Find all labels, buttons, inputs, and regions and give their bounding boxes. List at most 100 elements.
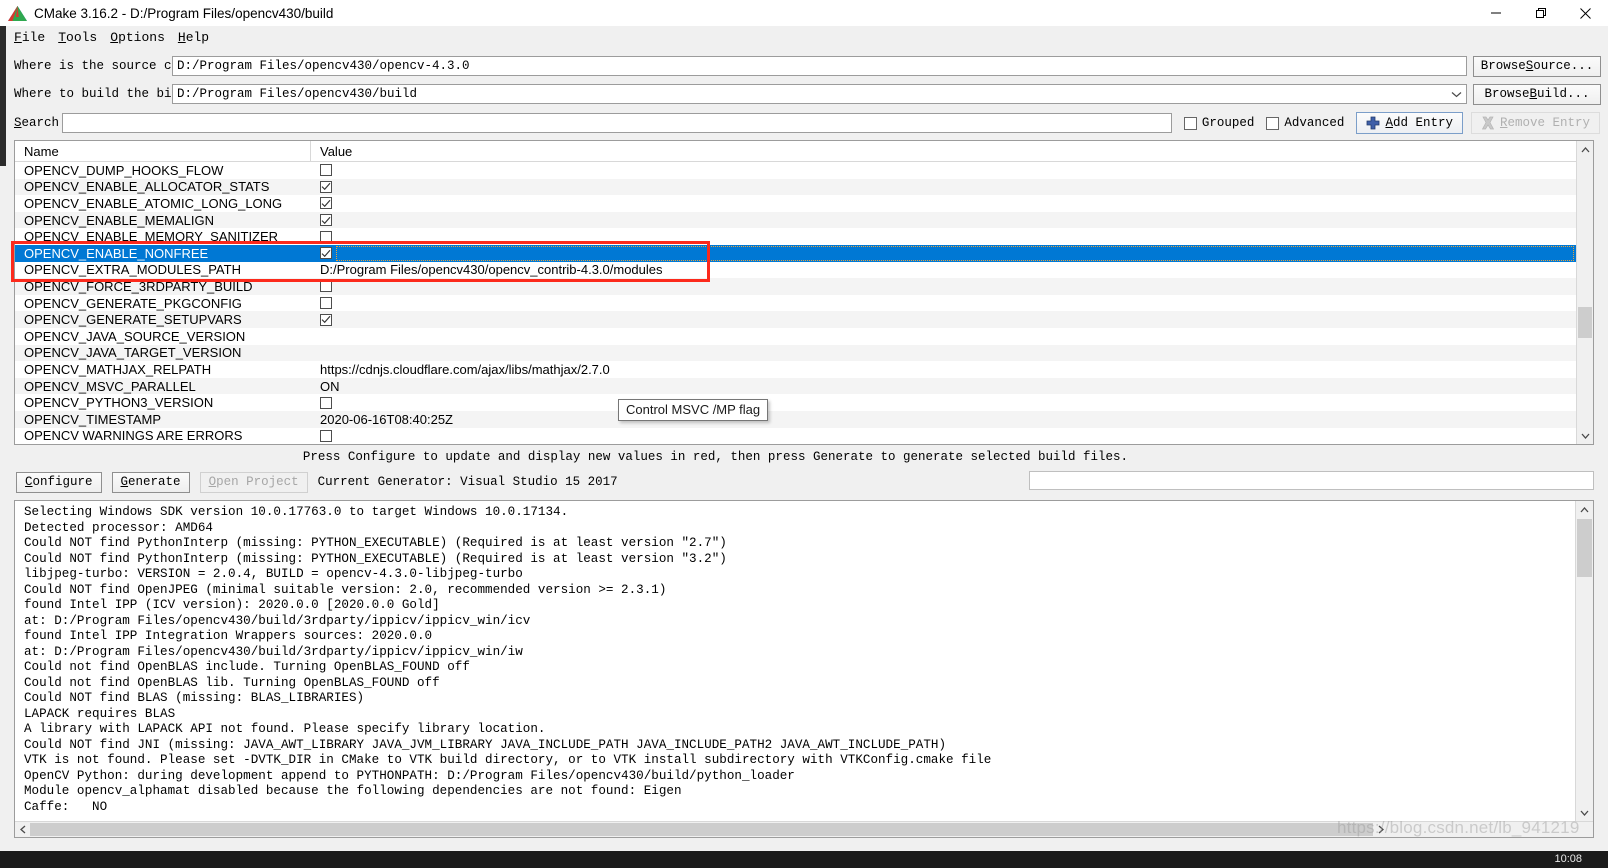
cache-variable-value[interactable]: D:/Program Files/opencv430/opencv_contri… — [311, 262, 1576, 279]
table-row[interactable]: OPENCV_ENABLE_ALLOCATOR_STATS — [15, 178, 1576, 196]
scroll-down-icon[interactable] — [1577, 427, 1593, 444]
browse-source-button[interactable]: Browse Source... — [1473, 55, 1601, 77]
open-project-button[interactable]: Open Project — [199, 471, 308, 493]
checkbox-unchecked-icon[interactable] — [320, 164, 332, 177]
source-path-input[interactable]: D:/Program Files/opencv430/opencv-4.3.0 — [172, 56, 1467, 76]
search-input[interactable] — [62, 113, 1172, 133]
cache-variable-value[interactable] — [311, 295, 1576, 312]
checkbox-checked-icon[interactable] — [320, 180, 332, 193]
checkbox-unchecked-icon[interactable] — [320, 396, 332, 409]
cache-variable-value[interactable] — [311, 179, 1576, 196]
advanced-checkbox-wrap[interactable]: Advanced — [1266, 116, 1344, 130]
grouped-checkbox[interactable] — [1183, 116, 1197, 130]
table-row[interactable]: OPENCV_PYTHON3_VERSION — [15, 394, 1576, 411]
table-row[interactable]: OPENCV_MSVC_PARALLEL ON — [15, 377, 1576, 395]
console-log-line: Could not find OpenBLAS lib. Turning Ope… — [24, 675, 440, 690]
chevron-down-icon[interactable] — [1451, 85, 1462, 103]
cache-variable-name: OPENCV_ENABLE_MEMALIGN — [24, 212, 215, 228]
table-row[interactable]: OPENCV_ENABLE_ATOMIC_LONG_LONG — [15, 195, 1576, 212]
console-scroll-down-icon[interactable] — [1576, 804, 1593, 821]
table-row[interactable]: OPENCV_JAVA_SOURCE_VERSION — [15, 327, 1576, 345]
menu-help[interactable]: Help — [176, 29, 220, 46]
console-log-line: Could not find OpenBLAS include. Turning… — [24, 660, 470, 674]
cache-variable-value[interactable]: https://cdnjs.cloudflare.com/ajax/libs/m… — [311, 361, 1576, 378]
console-scroll-right-icon[interactable] — [1373, 822, 1388, 837]
menu-file[interactable]: File — [12, 29, 56, 46]
cache-variable-value[interactable] — [311, 195, 1576, 212]
table-row[interactable]: OPENCV_MATHJAX_RELPATH https://cdnjs.clou… — [15, 361, 1576, 378]
console-scroll-left-icon[interactable] — [15, 822, 30, 837]
table-row[interactable]: OPENCV_GENERATE_PKGCONFIG — [15, 294, 1576, 312]
cache-variable-value[interactable]: ON — [311, 378, 1576, 395]
cache-variable-value[interactable] — [311, 212, 1576, 229]
console-vertical-scrollbar[interactable] — [1575, 501, 1593, 821]
remove-x-icon — [1481, 116, 1495, 130]
maximize-restore-button[interactable] — [1518, 0, 1563, 26]
cache-variable-value[interactable] — [311, 228, 1576, 245]
menu-options[interactable]: Options — [108, 29, 176, 46]
cache-variable-value[interactable] — [311, 428, 1576, 445]
search-row: Search: Grouped Advanced Add Entry R emo… — [0, 110, 1608, 136]
grouped-checkbox-wrap[interactable]: Grouped — [1183, 116, 1254, 130]
checkbox-checked-icon[interactable] — [320, 197, 332, 210]
cache-variable-value[interactable] — [311, 162, 1576, 179]
console-hscroll-thumb[interactable] — [30, 823, 1373, 836]
checkbox-unchecked-icon[interactable] — [320, 297, 332, 310]
close-button[interactable] — [1563, 0, 1608, 26]
cache-variable-value[interactable] — [311, 394, 1576, 411]
checkbox-checked-icon[interactable] — [320, 313, 332, 326]
checkbox-checked-icon[interactable] — [320, 214, 332, 227]
add-entry-button[interactable]: Add Entry — [1356, 112, 1463, 134]
remove-entry-key: R — [1499, 116, 1508, 130]
cache-variable-value[interactable] — [311, 328, 1576, 345]
table-row[interactable]: OPENCV_ENABLE_MEMALIGN — [15, 211, 1576, 229]
cache-table-scrollbar[interactable] — [1576, 141, 1593, 444]
console-log-text[interactable]: Selecting Windows SDK version 10.0.17763… — [15, 501, 1575, 821]
minimize-button[interactable] — [1473, 0, 1518, 26]
column-header-name[interactable]: Name — [15, 141, 311, 162]
configure-button[interactable]: Configure — [16, 471, 102, 493]
console-log-line: Could NOT find OpenJPEG (minimal suitabl… — [24, 582, 667, 597]
scroll-up-icon[interactable] — [1577, 141, 1593, 158]
cache-value-text: ON — [320, 378, 340, 394]
checkbox-checked-icon[interactable] — [320, 247, 332, 260]
open-project-label: pen Project — [216, 475, 299, 489]
table-row[interactable]: OPENCV WARNINGS ARE ERRORS — [15, 427, 1576, 445]
cache-variable-value[interactable] — [311, 311, 1576, 328]
title-bar: CMake 3.16.2 - D:/Program Files/opencv43… — [0, 0, 1608, 26]
browse-build-button[interactable]: Browse Build... — [1473, 83, 1601, 105]
table-row[interactable]: OPENCV_ENABLE_MEMORY_SANITIZER — [15, 228, 1576, 245]
cache-variable-value[interactable] — [311, 345, 1576, 362]
cache-variable-value[interactable] — [311, 245, 1576, 262]
build-path-value: D:/Program Files/opencv430/build — [177, 87, 418, 101]
table-row[interactable]: OPENCV_ENABLE_NONFREE — [15, 244, 1576, 262]
console-log-line: libjpeg-turbo: VERSION = 2.0.4, BUILD = … — [24, 567, 523, 581]
plus-icon — [1366, 116, 1380, 130]
table-row[interactable]: OPENCV_GENERATE_SETUPVARS — [15, 311, 1576, 328]
console-scroll-thumb[interactable] — [1577, 519, 1592, 577]
build-path-combo[interactable]: D:/Program Files/opencv430/build — [172, 84, 1467, 104]
advanced-checkbox[interactable] — [1266, 116, 1280, 130]
console-log-line: Could NOT find BLAS (missing: BLAS_LIBRA… — [24, 691, 365, 705]
configure-key: C — [25, 475, 33, 489]
console-horizontal-scrollbar[interactable] — [15, 821, 1593, 837]
table-row[interactable]: OPENCV_FORCE_3RDPARTY_BUILD — [15, 278, 1576, 295]
checkbox-unchecked-icon[interactable] — [320, 429, 332, 442]
checkbox-unchecked-icon[interactable] — [320, 230, 332, 243]
cache-variable-value[interactable]: 2020-06-16T08:40:25Z — [311, 411, 1576, 428]
column-header-value[interactable]: Value — [311, 141, 1576, 162]
table-row[interactable]: OPENCV_TIMESTAMP 2020-06-16T08:40:25Z — [15, 410, 1576, 428]
cache-variable-value[interactable] — [311, 278, 1576, 295]
table-row[interactable]: OPENCV_JAVA_TARGET_VERSION — [15, 344, 1576, 362]
remove-entry-button[interactable]: Remove Entry — [1470, 112, 1600, 134]
source-path-row: Where is the source code: D:/Program Fil… — [0, 52, 1608, 80]
table-row[interactable]: OPENCV_DUMP_HOOKS_FLOW — [15, 162, 1576, 179]
checkbox-unchecked-icon[interactable] — [320, 280, 332, 293]
cmake-logo-icon — [8, 5, 27, 21]
console-scroll-up-icon[interactable] — [1576, 501, 1593, 518]
menu-tools[interactable]: Tools — [56, 29, 108, 46]
generate-button[interactable]: Generate — [111, 471, 190, 493]
search-label-key: S — [14, 116, 22, 130]
table-row[interactable]: OPENCV_EXTRA_MODULES_PATH D:/Program File… — [15, 261, 1576, 279]
cache-scroll-thumb[interactable] — [1578, 307, 1592, 338]
